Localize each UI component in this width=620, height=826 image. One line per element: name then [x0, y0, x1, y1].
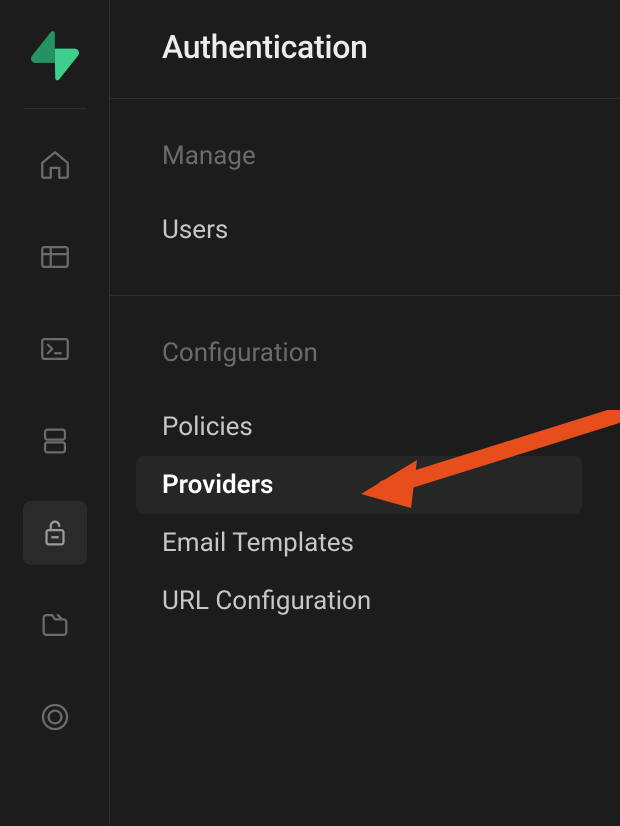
rail-table[interactable]	[23, 225, 87, 289]
app-logo[interactable]	[31, 32, 79, 80]
folder-icon	[38, 608, 72, 642]
section-label-configuration: Configuration	[162, 338, 568, 368]
globe-icon	[38, 700, 72, 734]
rail-home[interactable]	[23, 133, 87, 197]
section-manage: Manage Users	[110, 99, 620, 296]
nav-users[interactable]: Users	[162, 201, 568, 259]
nav-url-configuration[interactable]: URL Configuration	[162, 572, 568, 630]
icon-rail	[0, 0, 110, 826]
rail-divider	[24, 108, 86, 109]
rail-database[interactable]	[23, 409, 87, 473]
rail-terminal[interactable]	[23, 317, 87, 381]
database-icon	[38, 424, 72, 458]
header: Authentication	[110, 0, 620, 99]
rail-storage[interactable]	[23, 593, 87, 657]
terminal-icon	[38, 332, 72, 366]
section-configuration: Configuration Policies Providers Email T…	[110, 296, 620, 666]
main-panel: Authentication Manage Users Configuratio…	[110, 0, 620, 826]
nav-policies[interactable]: Policies	[162, 398, 568, 456]
nav-providers[interactable]: Providers	[136, 456, 582, 514]
nav-email-templates[interactable]: Email Templates	[162, 514, 568, 572]
rail-auth[interactable]	[23, 501, 87, 565]
table-icon	[38, 240, 72, 274]
home-icon	[38, 148, 72, 182]
page-title: Authentication	[162, 28, 568, 66]
rail-edge[interactable]	[23, 685, 87, 749]
lock-icon	[38, 516, 72, 550]
section-label-manage: Manage	[162, 141, 568, 171]
